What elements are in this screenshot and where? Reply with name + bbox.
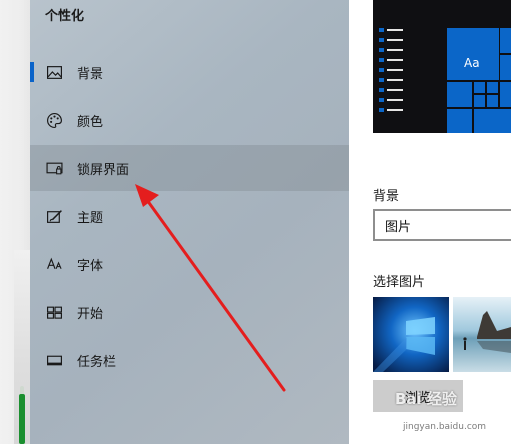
background-label: 背景 <box>373 189 400 204</box>
picture-thumbnail-2[interactable] <box>453 297 511 372</box>
start-grid-icon <box>44 302 64 322</box>
watermark-url: jingyan.baidu.com <box>403 422 487 432</box>
dropdown-selected-value: 图片 <box>385 219 412 235</box>
window-left-edge <box>0 0 30 444</box>
lock-screen-settings-panel: Aa 背景 图片 选择图片 浏览 <box>349 0 511 444</box>
selection-indicator <box>30 62 34 82</box>
volume-meter <box>17 386 25 444</box>
sidebar-item-themes[interactable]: 主题 <box>30 193 349 239</box>
font-icon <box>44 254 64 274</box>
picture-icon <box>44 62 64 82</box>
sidebar-item-label: 锁屏界面 <box>77 162 130 178</box>
lock-screen-preview: Aa <box>373 0 511 133</box>
sidebar-item-background[interactable]: 背景 <box>30 49 349 95</box>
background-type-dropdown[interactable]: 图片 <box>373 209 511 241</box>
sidebar-item-start[interactable]: 开始 <box>30 289 349 335</box>
sidebar-item-label: 开始 <box>77 306 104 322</box>
sidebar-item-lock-screen[interactable]: 锁屏界面 <box>30 145 349 191</box>
sidebar-item-label: 背景 <box>77 66 104 82</box>
watermark-text: Bai 经验 <box>395 390 457 408</box>
taskbar-icon <box>44 350 64 370</box>
volume-level <box>19 394 25 444</box>
sidebar-item-label: 任务栏 <box>77 354 117 370</box>
sidebar-item-label: 主题 <box>77 210 104 226</box>
theme-brush-icon <box>44 206 64 226</box>
choose-picture-label: 选择图片 <box>373 275 426 290</box>
personalization-sidebar: 个性化 背景 颜色 锁屏界面 主题 字体 开始 任务栏 <box>30 0 349 444</box>
preview-tile-text: Aa <box>464 56 480 70</box>
sidebar-title: 个性化 <box>45 9 85 24</box>
picture-thumbnail-1[interactable] <box>373 297 449 372</box>
watermark-logo: Bai 经验 jingyan.baidu.com <box>395 388 511 444</box>
sidebar-item-taskbar[interactable]: 任务栏 <box>30 337 349 383</box>
sidebar-item-colors[interactable]: 颜色 <box>30 97 349 143</box>
palette-icon <box>44 110 64 130</box>
sidebar-item-label: 字体 <box>77 258 104 274</box>
sidebar-item-fonts[interactable]: 字体 <box>30 241 349 287</box>
lock-screen-icon <box>44 158 64 178</box>
sidebar-item-label: 颜色 <box>77 114 104 130</box>
